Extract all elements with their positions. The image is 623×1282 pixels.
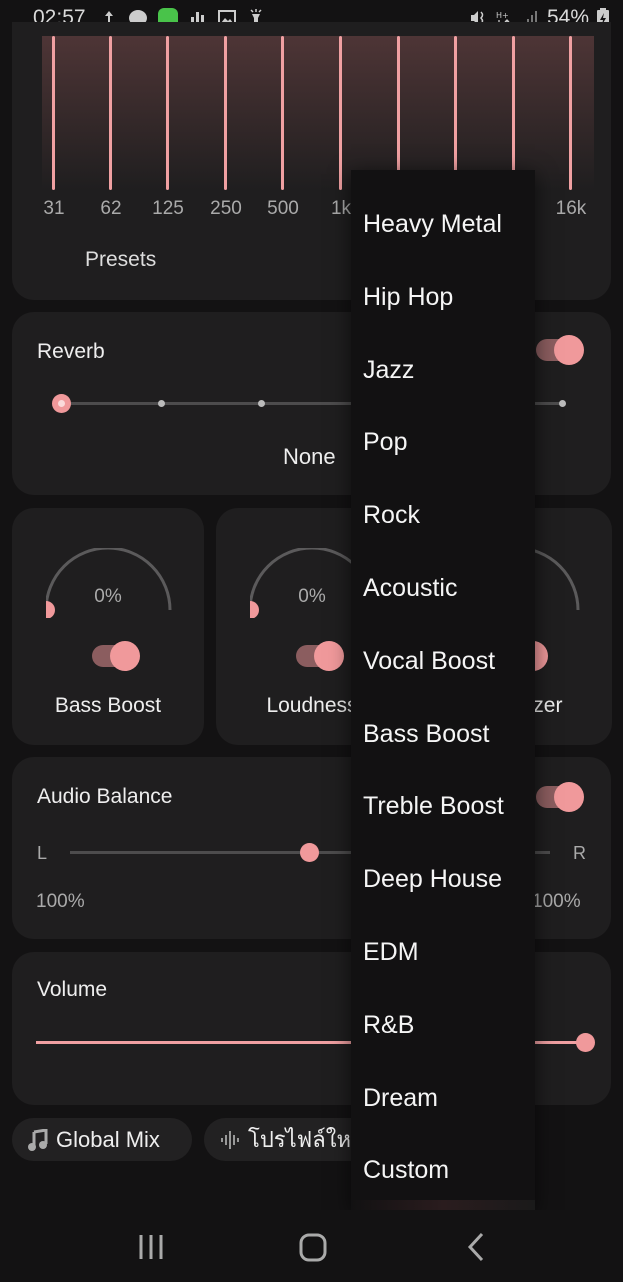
preset-dropdown-menu: Heavy Metal Hip Hop Jazz Pop Rock Acoustic Voc…	[351, 170, 535, 1210]
eq-band-label: 500	[267, 198, 299, 219]
bass-boost-value: 0%	[94, 586, 122, 607]
music-note-icon	[28, 1128, 48, 1151]
eq-band-label: 16k	[555, 198, 587, 219]
bass-boost-card: 0% Bass Boost	[12, 508, 204, 745]
eq-band-slider[interactable]	[224, 36, 227, 190]
eq-band-slider[interactable]	[281, 36, 284, 190]
preset-menu-item[interactable]: Dream	[363, 1084, 438, 1113]
home-icon[interactable]	[293, 1232, 333, 1262]
eq-band-label: 125	[152, 198, 184, 219]
eq-band-slider[interactable]	[397, 36, 400, 190]
back-icon[interactable]	[456, 1232, 496, 1262]
loudness-toggle[interactable]	[296, 641, 344, 671]
global-mix-label: Global Mix	[56, 1126, 160, 1152]
bass-boost-toggle[interactable]	[92, 641, 140, 671]
eq-band-slider[interactable]	[166, 36, 169, 190]
recents-icon[interactable]	[131, 1232, 171, 1262]
balance-right-label: R	[573, 843, 586, 863]
preset-menu-item[interactable]: Acoustic	[363, 574, 457, 603]
reverb-slider-thumb[interactable]	[52, 394, 71, 413]
preset-menu-item[interactable]: Deep House	[363, 865, 502, 894]
volume-slider-thumb[interactable]	[576, 1033, 595, 1052]
waveform-icon	[221, 1130, 239, 1149]
profile-chip-label: โปรไฟล์ให	[248, 1128, 351, 1153]
preset-menu-item[interactable]: Rock	[363, 501, 420, 530]
eq-band-label: 250	[210, 198, 242, 219]
preset-menu-item[interactable]: Bass Boost	[363, 720, 489, 749]
eq-band-slider[interactable]	[339, 36, 342, 190]
preset-menu-item[interactable]: R&B	[363, 1011, 414, 1040]
reverb-value: None	[283, 444, 336, 469]
balance-right-percent: 100%	[532, 891, 581, 912]
global-mix-chip[interactable]: Global Mix	[12, 1118, 192, 1161]
preset-menu-item[interactable]: Custom	[363, 1156, 449, 1185]
navigation-bar	[0, 1210, 623, 1282]
balance-slider-thumb[interactable]	[300, 843, 319, 862]
reverb-step-dot	[158, 400, 165, 407]
eq-band-label: 31	[43, 198, 65, 219]
eq-band-slider[interactable]	[109, 36, 112, 190]
audio-balance-title: Audio Balance	[37, 785, 173, 808]
preset-menu-item[interactable]: Treble Boost	[363, 792, 504, 821]
dropdown-scroll-edge	[351, 1200, 535, 1210]
reverb-step-dot	[559, 400, 566, 407]
reverb-toggle[interactable]	[536, 335, 584, 365]
preset-menu-item[interactable]: Hip Hop	[363, 283, 453, 312]
eq-band-slider[interactable]	[454, 36, 457, 190]
balance-left-label: L	[37, 843, 48, 863]
eq-band-slider[interactable]	[52, 36, 55, 190]
audio-balance-toggle[interactable]	[536, 782, 584, 812]
reverb-step-dot	[258, 400, 265, 407]
svg-text:H+: H+	[496, 11, 509, 20]
preset-menu-item[interactable]: Heavy Metal	[363, 210, 502, 239]
eq-band-slider[interactable]	[569, 36, 572, 190]
bass-boost-title: Bass Boost	[54, 694, 162, 717]
eq-band-slider[interactable]	[512, 36, 515, 190]
eq-band-label: 62	[100, 198, 122, 219]
preset-menu-item[interactable]: Jazz	[363, 356, 414, 385]
presets-button[interactable]: Presets	[85, 248, 156, 272]
balance-left-percent: 100%	[36, 891, 85, 912]
volume-title: Volume	[37, 978, 108, 1001]
preset-menu-item[interactable]: Pop	[363, 428, 407, 457]
reverb-title: Reverb	[37, 340, 105, 363]
preset-menu-item[interactable]: Vocal Boost	[363, 647, 495, 676]
preset-menu-item[interactable]: EDM	[363, 938, 419, 967]
